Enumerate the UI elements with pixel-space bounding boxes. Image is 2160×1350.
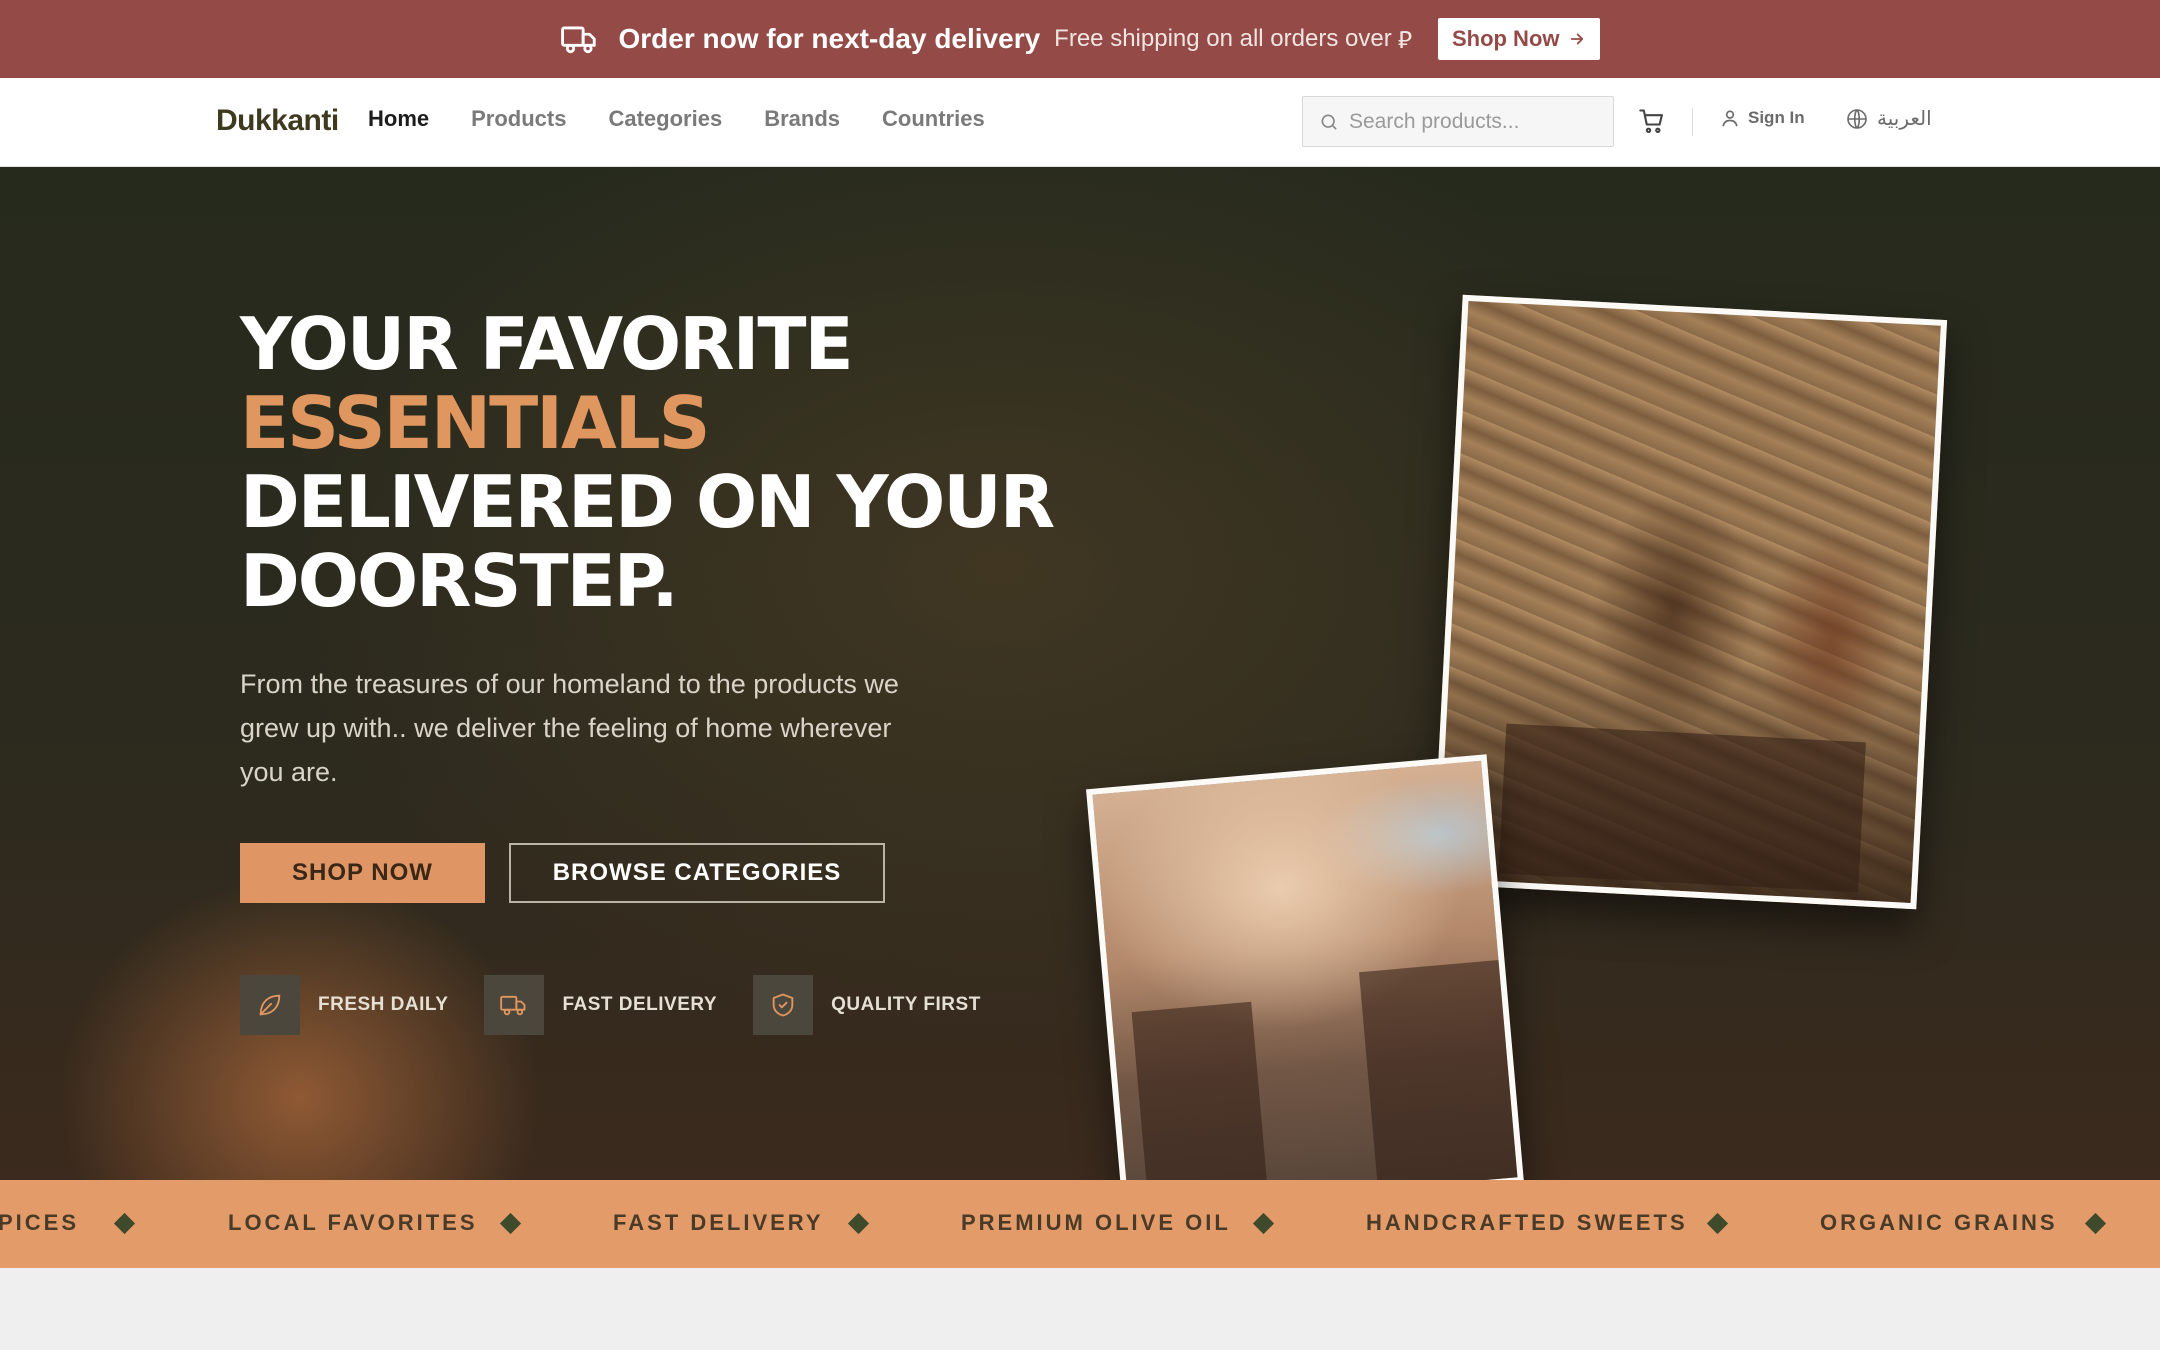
user-icon xyxy=(1722,110,1738,127)
search-icon xyxy=(1321,114,1337,129)
top-nav: Dukkanti Home Products Categories Brands… xyxy=(0,78,2160,167)
photo-stall xyxy=(1131,1001,1269,1180)
diamond-icon xyxy=(499,1212,522,1235)
feature-list: FRESH DAILY FAST DELIVERY QUALITY FIRST xyxy=(240,975,981,1035)
feature-icon-box xyxy=(240,975,300,1035)
photo-stall xyxy=(1359,960,1518,1180)
feature-label: FRESH DAILY xyxy=(318,994,449,1015)
photo-shelf xyxy=(1498,723,1866,893)
hero-photo-market xyxy=(1086,754,1524,1180)
hero-section: YOUR FAVORITE ESSENTIALS DELIVERED ON YO… xyxy=(0,167,2160,1180)
feature-label: FAST DELIVERY xyxy=(562,994,718,1015)
currency-symbol: ⃃ xyxy=(1397,26,1412,54)
nav-link-categories[interactable]: Categories xyxy=(608,106,722,132)
shop-now-button[interactable]: SHOP NOW xyxy=(240,843,485,903)
truck-icon xyxy=(560,26,596,54)
diamond-icon xyxy=(1706,1212,1729,1235)
announcement-shop-label: Shop Now xyxy=(1451,26,1560,51)
feature-fresh-daily: FRESH DAILY xyxy=(240,975,448,1035)
headline-line-4: DOORSTEP. xyxy=(240,539,679,623)
arrow-right-icon xyxy=(1570,33,1583,45)
marquee-item: PREMIUM OLIVE OIL xyxy=(961,1210,1231,1235)
marquee-item: ORGANIC GRAINS xyxy=(1820,1210,2058,1235)
nav-divider xyxy=(1692,108,1693,136)
announcement-headline: Order now for next-day delivery xyxy=(618,23,1041,54)
marquee-item: HANDCRAFTED SWEETS xyxy=(1366,1210,1688,1235)
feature-icon-box xyxy=(753,975,814,1035)
diamond-icon xyxy=(113,1212,136,1235)
search-input[interactable] xyxy=(1349,109,1599,134)
sign-in-button[interactable]: Sign In xyxy=(1720,108,1805,128)
cart-icon[interactable] xyxy=(1638,107,1666,135)
announcement-subtext: Free shipping on all orders over xyxy=(1054,25,1392,52)
announcement-shop-button[interactable]: Shop Now xyxy=(1437,18,1600,60)
search-box xyxy=(1302,96,1614,147)
category-marquee: PICES LOCAL FAVORITES FAST DELIVERY PREM… xyxy=(0,1180,2160,1268)
nav-link-brands[interactable]: Brands xyxy=(764,106,840,132)
nav-links: Home Products Categories Brands Countrie… xyxy=(368,106,985,132)
announcement-bar: Order now for next-day delivery Free shi… xyxy=(0,0,2160,78)
feature-quality-first: QUALITY FIRST xyxy=(753,975,981,1035)
marquee-item: FAST DELIVERY xyxy=(613,1210,824,1235)
diamond-icon xyxy=(847,1212,870,1235)
nav-link-home[interactable]: Home xyxy=(368,106,429,132)
feature-label: QUALITY FIRST xyxy=(831,994,981,1015)
shield-check-icon xyxy=(772,993,794,1017)
nav-link-countries[interactable]: Countries xyxy=(882,106,985,132)
diamond-icon xyxy=(1252,1212,1275,1235)
headline-line-1: YOUR FAVORITE xyxy=(240,302,854,386)
marquee-item: PICES xyxy=(0,1210,80,1235)
hero-photo-baskets xyxy=(1431,294,1948,910)
hero-headline: YOUR FAVORITE ESSENTIALS DELIVERED ON YO… xyxy=(240,302,1055,623)
language-switcher[interactable]: العربية xyxy=(1845,106,1932,131)
language-label: العربية xyxy=(1877,108,1932,130)
truck-icon xyxy=(500,995,526,1016)
marquee-item: LOCAL FAVORITES xyxy=(228,1210,478,1235)
sign-in-label: Sign In xyxy=(1748,108,1805,127)
diamond-icon xyxy=(2084,1212,2107,1235)
hero-subtext: From the treasures of our homeland to th… xyxy=(240,669,899,787)
feature-fast-delivery: FAST DELIVERY xyxy=(484,975,717,1035)
globe-icon xyxy=(1847,108,1867,129)
feature-icon-box xyxy=(484,975,545,1035)
leaf-icon xyxy=(259,994,281,1016)
headline-accent: ESSENTIALS xyxy=(240,381,710,465)
browse-categories-button[interactable]: BROWSE CATEGORIES xyxy=(509,843,885,903)
headline-line-3: DELIVERED ON YOUR xyxy=(240,460,1055,544)
nav-link-products[interactable]: Products xyxy=(471,106,566,132)
logo[interactable]: Dukkanti xyxy=(216,104,339,138)
